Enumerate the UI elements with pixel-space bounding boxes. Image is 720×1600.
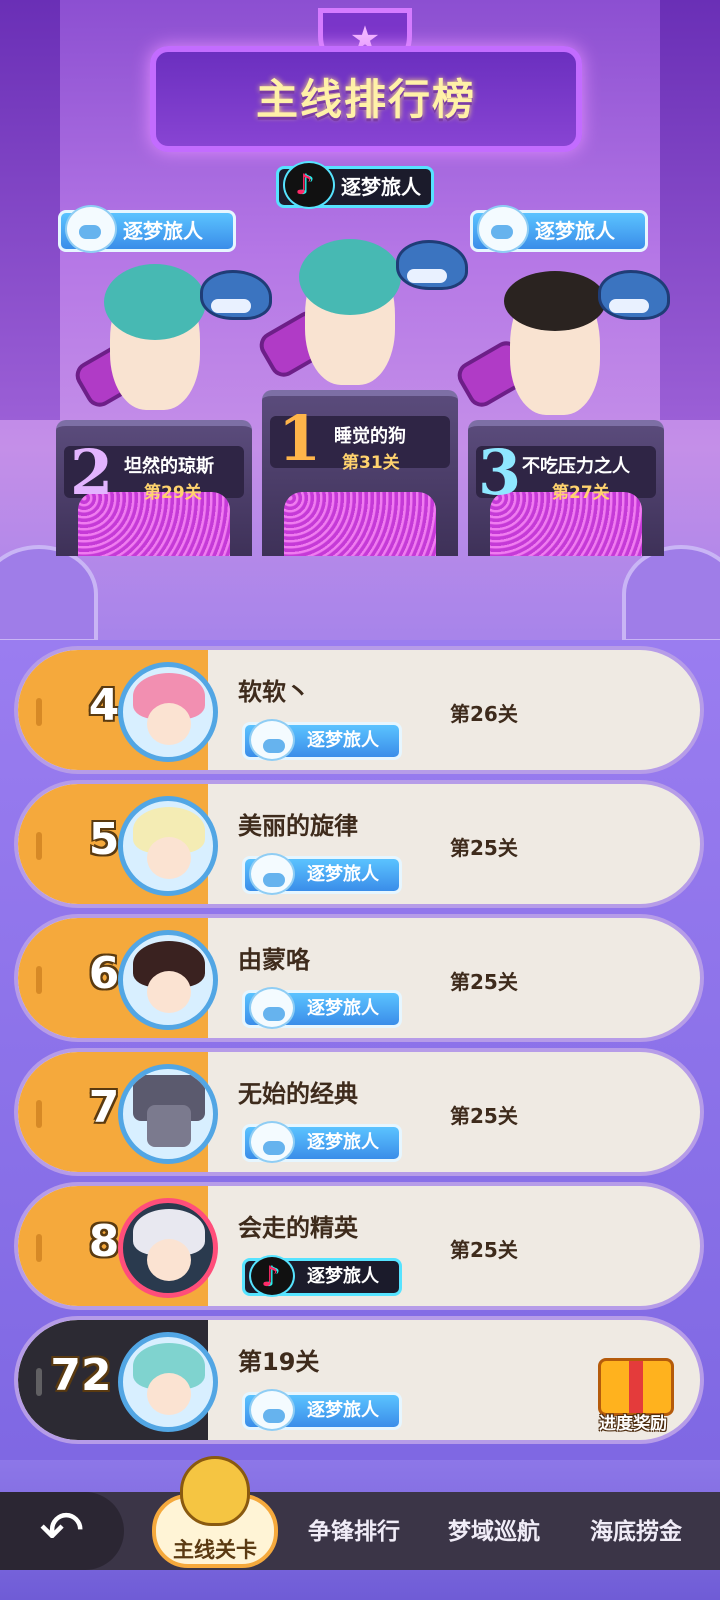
title-banner: 主线排行榜	[150, 46, 582, 152]
dream-traveler-icon	[249, 719, 295, 761]
player-name: 美丽的旋律	[238, 812, 358, 840]
title-tag: 逐梦旅人	[242, 1121, 402, 1163]
player-level: 第26关	[450, 702, 518, 726]
tiktok-icon	[283, 161, 335, 209]
top2-tag-label: 逐梦旅人	[123, 219, 203, 243]
ranking-row-4[interactable]: 4 软软丶 第26关 逐梦旅人	[14, 646, 704, 774]
ranking-row-8[interactable]: 8 会走的精英 第25关 逐梦旅人	[14, 1182, 704, 1310]
progress-reward-label: 进度奖励	[599, 1414, 667, 1434]
shark-icon	[200, 270, 272, 320]
shark-icon	[598, 270, 670, 320]
speaker-left	[0, 545, 98, 640]
title-tag: 逐梦旅人	[242, 987, 402, 1029]
my-ranking-row[interactable]: 72 第19关 逐梦旅人 进度奖励	[14, 1316, 704, 1444]
progress-reward-button[interactable]: 进度奖励	[590, 1338, 676, 1434]
top1-character[interactable]	[299, 239, 401, 385]
tab-seabed-gold[interactable]: 海底捞金	[590, 1512, 682, 1546]
player-level: 第25关	[450, 970, 518, 994]
shark-icon	[396, 240, 468, 290]
pear-mascot-icon	[180, 1456, 250, 1526]
title-tag: 逐梦旅人	[242, 1389, 402, 1431]
dream-traveler-icon	[249, 1389, 295, 1431]
ranking-row-6[interactable]: 6 由蒙咯 第25关 逐梦旅人	[14, 914, 704, 1042]
stage-wall-left	[0, 0, 60, 420]
bottom-nav: ↶ 主线关卡 争锋排行 梦域巡航 海底捞金	[0, 1456, 720, 1600]
top2-title-tag: 逐梦旅人	[58, 205, 236, 253]
avatar[interactable]	[118, 1332, 218, 1432]
player-level: 第25关	[450, 1238, 518, 1262]
player-level: 第25关	[450, 836, 518, 860]
tab-dream-cruise[interactable]: 梦域巡航	[448, 1512, 540, 1546]
rank-2-level: 第29关	[144, 483, 202, 503]
stage-wall-right	[660, 0, 720, 420]
rank-3-number: 3	[478, 436, 522, 509]
player-level: 第25关	[450, 1104, 518, 1128]
rank-2-name: 坦然的琼斯	[124, 456, 214, 477]
dream-traveler-icon	[249, 853, 295, 895]
player-name: 由蒙咯	[238, 946, 310, 974]
page-title: 主线排行榜	[255, 75, 476, 124]
ranking-row-7[interactable]: 7 无始的经典 第25关 逐梦旅人	[14, 1048, 704, 1176]
ranking-row-5[interactable]: 5 美丽的旋律 第25关 逐梦旅人	[14, 780, 704, 908]
top3-title-tag: 逐梦旅人	[470, 205, 648, 253]
player-name: 无始的经典	[238, 1080, 358, 1108]
tiktok-icon	[249, 1255, 295, 1297]
title-tag: 逐梦旅人	[242, 1255, 402, 1297]
speaker-right	[622, 545, 720, 640]
gift-box-icon	[598, 1358, 674, 1416]
top3-tag-label: 逐梦旅人	[535, 219, 615, 243]
title-tag: 逐梦旅人	[242, 719, 402, 761]
rank-1-name: 睡觉的狗	[334, 426, 406, 447]
avatar[interactable]	[118, 1064, 218, 1164]
top1-title-tag: 逐梦旅人	[276, 161, 434, 209]
ranking-list: 4 软软丶 第26关 逐梦旅人 5 美丽的旋律 第25关 逐梦旅人 6 由蒙咯 …	[0, 640, 720, 1460]
dream-traveler-icon	[65, 205, 117, 253]
dream-traveler-icon	[477, 205, 529, 253]
podium-stage: ★ 主线排行榜 逐梦旅人 逐梦旅人 逐梦旅人	[0, 0, 720, 640]
rank-2-number: 2	[70, 436, 114, 509]
player-name: 软软丶	[238, 678, 310, 706]
dream-traveler-icon	[249, 987, 295, 1029]
tab-label: 主线关卡	[173, 1538, 257, 1562]
avatar[interactable]	[118, 930, 218, 1030]
avatar[interactable]	[118, 662, 218, 762]
top1-tag-label: 逐梦旅人	[341, 175, 421, 199]
my-rank-number: 72	[50, 1350, 112, 1401]
title-tag: 逐梦旅人	[242, 853, 402, 895]
player-name: 会走的精英	[238, 1214, 358, 1242]
avatar[interactable]	[118, 1198, 218, 1298]
rank-3-name: 不吃压力之人	[522, 456, 630, 477]
back-button[interactable]: ↶	[0, 1492, 124, 1570]
rank-1-level: 第31关	[342, 453, 400, 473]
rank-3-level: 第27关	[552, 483, 610, 503]
top3-character[interactable]	[504, 271, 606, 415]
rank-1-number: 1	[278, 402, 322, 475]
top2-character[interactable]	[104, 264, 206, 410]
tab-competition-ranking[interactable]: 争锋排行	[308, 1512, 400, 1546]
dream-traveler-icon	[249, 1121, 295, 1163]
avatar[interactable]	[118, 796, 218, 896]
my-level: 第19关	[238, 1348, 320, 1376]
back-arrow-icon: ↶	[39, 1499, 85, 1562]
